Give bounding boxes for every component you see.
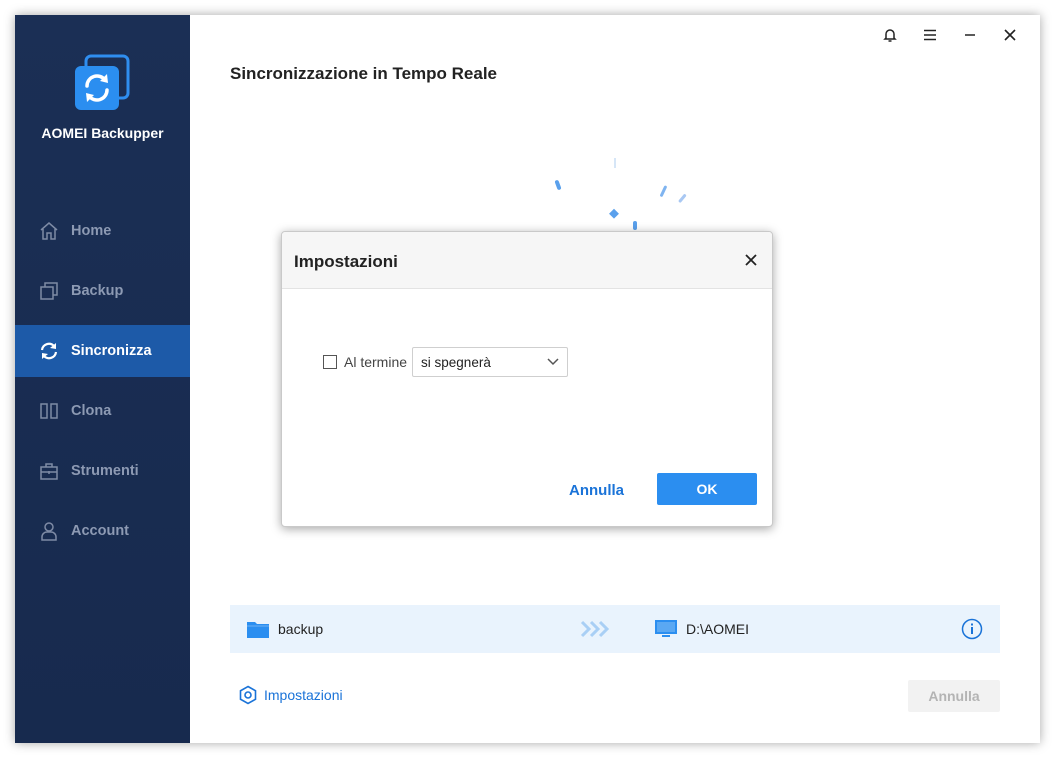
cancel-button-disabled: Annulla [908, 680, 1000, 712]
folder-icon [247, 622, 269, 638]
settings-link[interactable]: Impostazioni [238, 685, 343, 705]
info-icon[interactable] [961, 618, 983, 640]
settings-dialog: Impostazioni Al termine si spegnerà Annu… [281, 231, 773, 527]
dialog-cancel-button[interactable]: Annulla [569, 482, 624, 499]
on-completion-select[interactable]: si spegnerà [412, 347, 569, 377]
dialog-ok-button[interactable]: OK [657, 473, 757, 505]
backup-icon [40, 282, 58, 300]
sidebar-item-label: Sincronizza [71, 343, 152, 359]
sync-task-row[interactable]: backup D:\AOMEI [230, 605, 1000, 653]
on-completion-label: Al termine [344, 354, 408, 370]
account-icon [41, 522, 57, 541]
sidebar-item-backup[interactable]: Backup [15, 265, 190, 317]
notification-button[interactable] [870, 25, 910, 45]
menu-button[interactable] [910, 25, 950, 45]
settings-gear-icon [239, 685, 257, 705]
window-controls [870, 25, 1030, 45]
on-completion-checkbox[interactable] [323, 355, 337, 369]
close-window-button[interactable] [990, 25, 1030, 45]
dialog-title: Impostazioni [294, 252, 398, 271]
sidebar-item-label: Strumenti [71, 463, 139, 479]
sidebar-item-home[interactable]: Home [15, 205, 190, 257]
app-name: AOMEI Backupper [41, 125, 164, 141]
destination-label: D:\AOMEI [686, 621, 750, 637]
shutdown-option-row: Al termine si spegnerà [323, 347, 569, 377]
sync-destination: D:\AOMEI [654, 619, 749, 639]
sidebar-item-account[interactable]: Account [15, 505, 190, 557]
sidebar-item-sync[interactable]: Sincronizza [15, 325, 190, 377]
settings-link-label: Impostazioni [264, 687, 343, 703]
sidebar-item-label: Account [71, 523, 129, 539]
sidebar-item-label: Backup [71, 283, 124, 299]
sidebar-item-clone[interactable]: Clona [15, 385, 190, 437]
sidebar: AOMEI Backupper Home Backup Sincronizza … [15, 15, 190, 743]
dialog-close-icon[interactable] [744, 253, 758, 267]
sidebar-nav: Home Backup Sincronizza Clona Strumenti … [15, 205, 190, 565]
sync-source: backup [246, 619, 323, 639]
home-icon [40, 222, 58, 240]
clone-icon [40, 403, 58, 419]
minimize-button[interactable] [950, 25, 990, 45]
sidebar-item-label: Clona [71, 403, 112, 419]
page-title: Sincronizzazione in Tempo Reale [230, 64, 498, 83]
bell-icon [883, 29, 897, 42]
loading-spinner-icon [554, 158, 687, 230]
select-value: si spegnerà [421, 354, 491, 370]
computer-icon [655, 620, 677, 637]
dialog-header: Impostazioni [282, 232, 772, 289]
chevron-down-icon [547, 358, 559, 366]
sidebar-item-tools[interactable]: Strumenti [15, 445, 190, 497]
hamburger-menu-icon [924, 29, 936, 41]
source-label: backup [278, 621, 324, 637]
sync-icon [40, 342, 58, 360]
sidebar-item-label: Home [71, 223, 112, 239]
minimize-icon [965, 34, 975, 36]
close-icon [1004, 29, 1016, 41]
tools-icon [40, 463, 58, 480]
sync-arrow-icon [580, 620, 610, 638]
app-logo-icon [72, 54, 132, 114]
